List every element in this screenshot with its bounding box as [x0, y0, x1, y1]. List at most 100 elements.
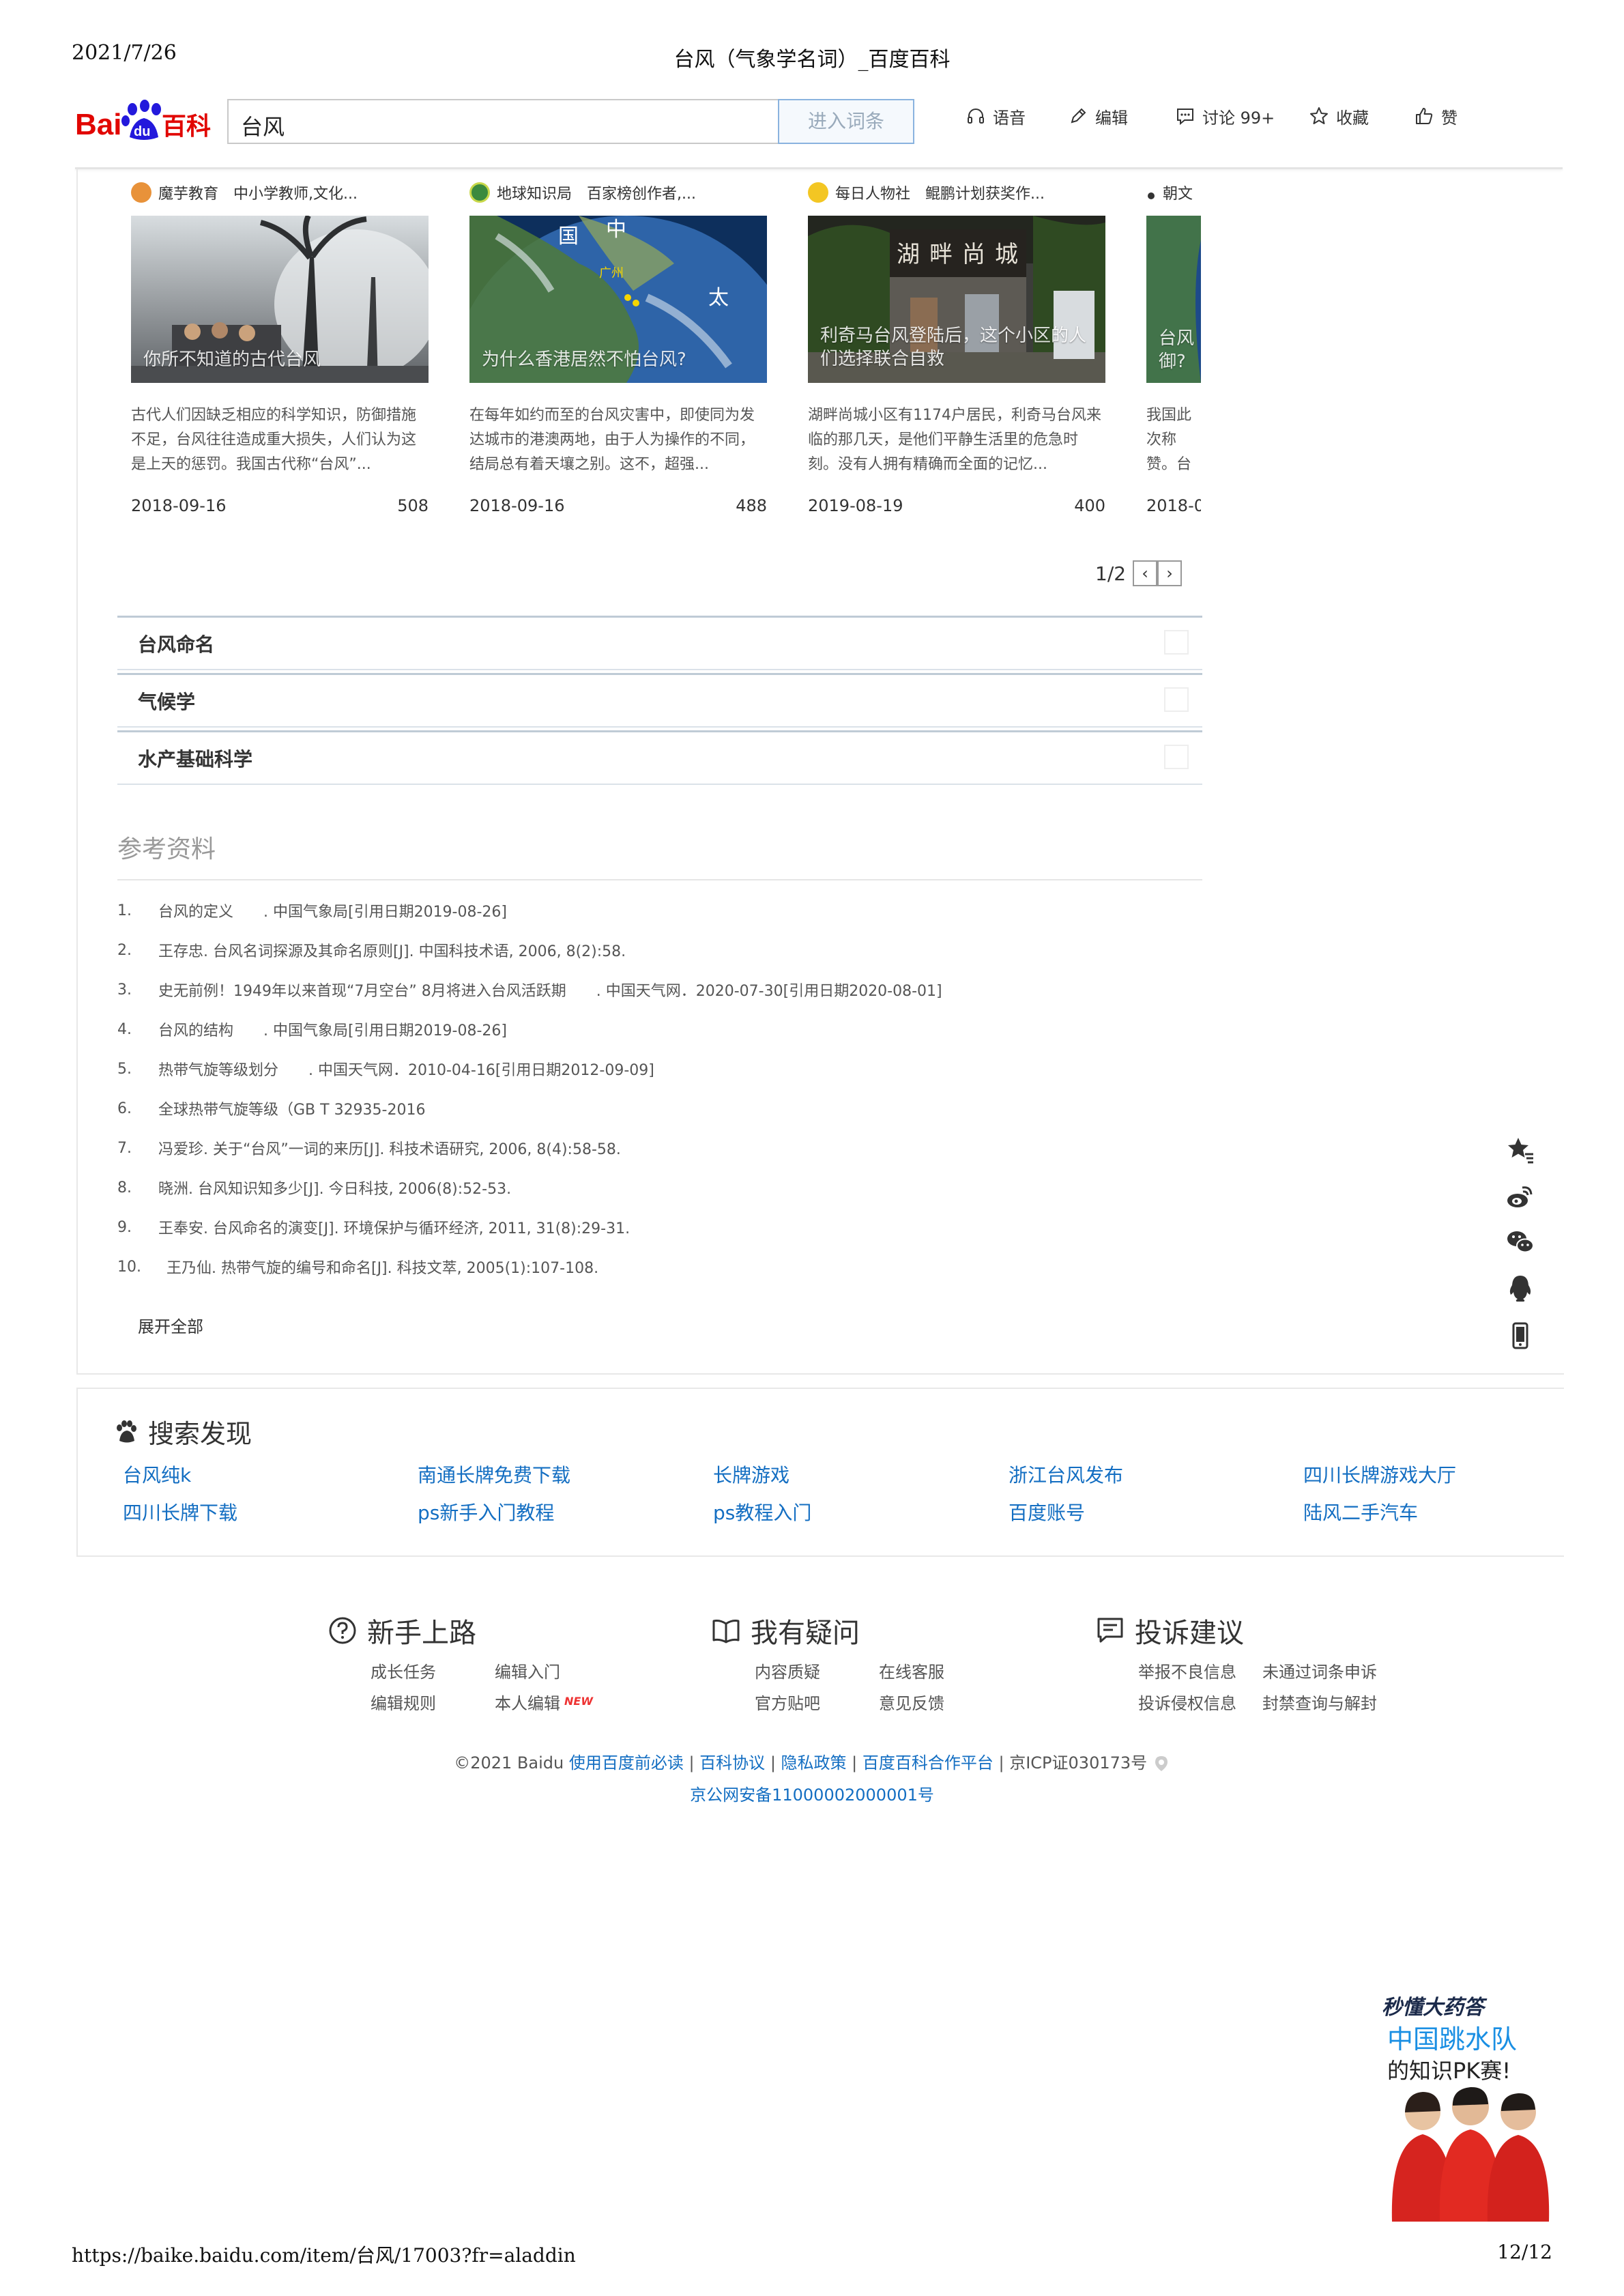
help-link[interactable]: 成长任务 [371, 1659, 436, 1682]
baidu-baike-logo[interactable]: Bai du 百科 [75, 92, 215, 143]
discovery-link[interactable]: 南通长牌免费下载 [418, 1461, 570, 1488]
reference-text[interactable]: 王乃仙. 热带气旋的编号和命名[J]. 科技文萃, 2005(1):107-10… [166, 1256, 1202, 1278]
reference-item[interactable]: 3. 史无前例！1949年以来首现“7月空台” 8月将进入台风活跃期 . 中国天气… [117, 970, 1202, 1009]
ad-brand: 秒懂大药答 [1382, 1996, 1488, 2020]
footer-link[interactable]: 隐私政策 [781, 1753, 847, 1773]
thumbs-up-icon [1416, 108, 1433, 124]
video-meta: 2018-09-16 488 [469, 496, 767, 515]
help-link-with-badge[interactable]: 本人编辑 NEW [495, 1690, 593, 1714]
advertisement-banner[interactable]: 秒懂大药答 中国跳水队 的知识PK赛! [1375, 1990, 1559, 2222]
qq-share-button[interactable] [1501, 1269, 1539, 1308]
video-description: 在每年如约而至的台风灾害中，即使同为发达城市的港澳两地，由于人为操作的不同，结局… [469, 407, 755, 473]
video-card[interactable]: 魔芋教育 中小学教师,文化... 你所不知道的古代台风 古代人们因缺乏相应的科学… [131, 179, 429, 515]
reference-text[interactable]: 晓洲. 台风知识知多少[J]. 今日科技, 2006(8):52-53. [158, 1177, 1202, 1199]
footer-link[interactable]: 百度百科合作平台 [862, 1753, 994, 1773]
help-link-text[interactable]: 本人编辑 [495, 1694, 560, 1713]
like-button[interactable]: 赞 [1414, 102, 1458, 130]
discuss-button[interactable]: 讨论 99+ [1175, 102, 1275, 130]
video-thumbnail[interactable]: 台风御? [1146, 216, 1201, 383]
category-row[interactable]: 气候学 [117, 673, 1202, 728]
reference-item[interactable]: 10. 王乃仙. 热带气旋的编号和命名[J]. 科技文萃, 2005(1):107… [117, 1247, 1202, 1287]
favorite-share-button[interactable] [1501, 1130, 1539, 1168]
mobile-share-button[interactable] [1501, 1317, 1539, 1355]
voice-label: 语音 [993, 108, 1026, 128]
category-checkbox[interactable] [1164, 630, 1189, 655]
favorite-label: 收藏 [1336, 108, 1369, 128]
weibo-share-button[interactable] [1501, 1177, 1539, 1215]
footer-link[interactable]: 百科协议 [699, 1753, 765, 1773]
reference-item[interactable]: 5. 热带气旋等级划分 . 中国天气网．2010-04-16[引用日期2012-0… [117, 1049, 1202, 1089]
video-meta: 2018-0 [1146, 496, 1201, 515]
help-link[interactable]: 未通过词条申诉 [1262, 1659, 1377, 1682]
reference-item[interactable]: 2. 王存忠. 台风名词探源及其命名原则[J]. 中国科技术语, 2006, 8(… [117, 930, 1202, 970]
reference-item[interactable]: 1. 台风的定义 . 中国气象局[引用日期2019-08-26] [117, 891, 1202, 930]
reference-text[interactable]: 王奉安. 台风命名的演变[J]. 环境保护与循环经济, 2011, 31(8):… [158, 1216, 1202, 1238]
reference-text[interactable]: 台风的定义 . 中国气象局[引用日期2019-08-26] [158, 900, 1202, 921]
author-publisher: 中小学教师,文化... [233, 186, 358, 203]
discovery-link[interactable]: 四川长牌下载 [123, 1498, 237, 1525]
search-input[interactable]: 台风 [227, 99, 778, 144]
author-name: 地球知识局 [497, 186, 572, 203]
discovery-link[interactable]: 陆风二手汽车 [1303, 1498, 1418, 1525]
video-thumbnail[interactable]: 湖畔尚城 利奇马台风登陆后，这个小区的人们选择联合自救 [808, 216, 1105, 383]
pager-next-button[interactable]: › [1157, 560, 1183, 586]
discovery-link[interactable]: 四川长牌游戏大厅 [1303, 1461, 1456, 1488]
reference-text[interactable]: 冯爱珍. 关于“台风”一词的来历[J]. 科技术语研究, 2006, 8(4):… [158, 1137, 1202, 1159]
reference-text[interactable]: 王存忠. 台风名词探源及其命名原则[J]. 中国科技术语, 2006, 8(2)… [158, 939, 1202, 961]
video-card[interactable]: 地球知识局 百家榜创作者,... 国 中 太 广州 为什么香港居然不怕台风? 在… [469, 179, 767, 515]
content-frame-bottom [76, 1373, 1564, 1375]
beian-link[interactable]: 京公网安备11000002000001号 [0, 1781, 1624, 1805]
enter-entry-button[interactable]: 进入词条 [778, 99, 914, 144]
video-views: 508 [397, 496, 429, 515]
reference-text[interactable]: 台风的结构 . 中国气象局[引用日期2019-08-26] [158, 1018, 1202, 1040]
wechat-share-button[interactable] [1501, 1223, 1539, 1261]
discovery-link[interactable]: 浙江台风发布 [1009, 1461, 1123, 1488]
favorite-button[interactable]: 收藏 [1309, 102, 1369, 130]
discovery-link[interactable]: ps新手入门教程 [418, 1498, 554, 1525]
reference-item[interactable]: 6. 全球热带气旋等级（GB T 32935-2016 [117, 1089, 1202, 1128]
video-thumbnail[interactable]: 国 中 太 广州 为什么香港居然不怕台风? [469, 216, 767, 383]
video-thumbnail[interactable]: 你所不知道的古代台风 [131, 216, 429, 383]
help-link[interactable]: 投诉侵权信息 [1138, 1690, 1236, 1714]
video-card[interactable]: 朝文 台风御? 我国此次称赞。台人们对于 2018-0 [1146, 179, 1201, 515]
help-link[interactable]: 举报不良信息 [1138, 1659, 1236, 1682]
edit-button[interactable]: 编辑 [1068, 102, 1128, 130]
category-row[interactable]: 水产基础科学 [117, 730, 1202, 785]
help-link[interactable]: 编辑规则 [371, 1690, 436, 1714]
author-name: 魔芋教育 [158, 186, 219, 203]
expand-all-link[interactable]: 展开全部 [138, 1313, 203, 1337]
reference-text[interactable]: 史无前例！1949年以来首现“7月空台” 8月将进入台风活跃期 . 中国天气网．… [158, 979, 1202, 1001]
like-label: 赞 [1441, 108, 1458, 128]
category-row[interactable]: 台风命名 [117, 616, 1202, 670]
category-checkbox[interactable] [1164, 687, 1189, 712]
help-link[interactable]: 封禁查询与解封 [1262, 1690, 1377, 1714]
discovery-link[interactable]: 百度账号 [1009, 1498, 1085, 1525]
help-link[interactable]: 编辑入门 [495, 1659, 560, 1682]
reference-number: 3. [117, 981, 132, 999]
help-link[interactable]: 内容质疑 [755, 1659, 820, 1682]
discovery-title-text: 搜索发现 [148, 1419, 252, 1449]
reference-item[interactable]: 9. 王奉安. 台风命名的演变[J]. 环境保护与循环经济, 2011, 31(8… [117, 1207, 1202, 1247]
help-link[interactable]: 官方贴吧 [755, 1690, 820, 1714]
chat-bubble-icon [1177, 109, 1193, 126]
footer-link[interactable]: 使用百度前必读 [569, 1753, 684, 1773]
copyright-text: ©2021 Baidu [454, 1753, 564, 1773]
help-question-title: 我有疑问 [711, 1611, 860, 1650]
help-link[interactable]: 意见反馈 [879, 1690, 944, 1714]
reference-item[interactable]: 8. 晓洲. 台风知识知多少[J]. 今日科技, 2006(8):52-53. [117, 1168, 1202, 1207]
video-meta: 2018-09-16 508 [131, 496, 429, 515]
reference-text[interactable]: 热带气旋等级划分 . 中国天气网．2010-04-16[引用日期2012-09-… [158, 1058, 1202, 1080]
pager-prev-button[interactable]: ‹ [1133, 560, 1158, 586]
reference-text[interactable]: 全球热带气旋等级（GB T 32935-2016 [158, 1097, 1202, 1119]
reference-number: 4. [117, 1020, 132, 1038]
help-link[interactable]: 在线客服 [879, 1659, 944, 1682]
discovery-link[interactable]: 长牌游戏 [713, 1461, 789, 1488]
reference-item[interactable]: 4. 台风的结构 . 中国气象局[引用日期2019-08-26] [117, 1009, 1202, 1049]
reference-item[interactable]: 7. 冯爱珍. 关于“台风”一词的来历[J]. 科技术语研究, 2006, 8(4… [117, 1128, 1202, 1168]
video-card[interactable]: 每日人物社 鲲鹏计划获奖作... 湖畔尚城 利奇马台风登陆后，这个小区的人们选择… [808, 179, 1105, 515]
discovery-link[interactable]: 台风纯k [123, 1461, 191, 1488]
voice-button[interactable]: 语音 [966, 102, 1026, 130]
pencil-icon [1071, 108, 1086, 124]
category-checkbox[interactable] [1164, 745, 1189, 769]
discovery-link[interactable]: ps教程入门 [713, 1498, 811, 1525]
